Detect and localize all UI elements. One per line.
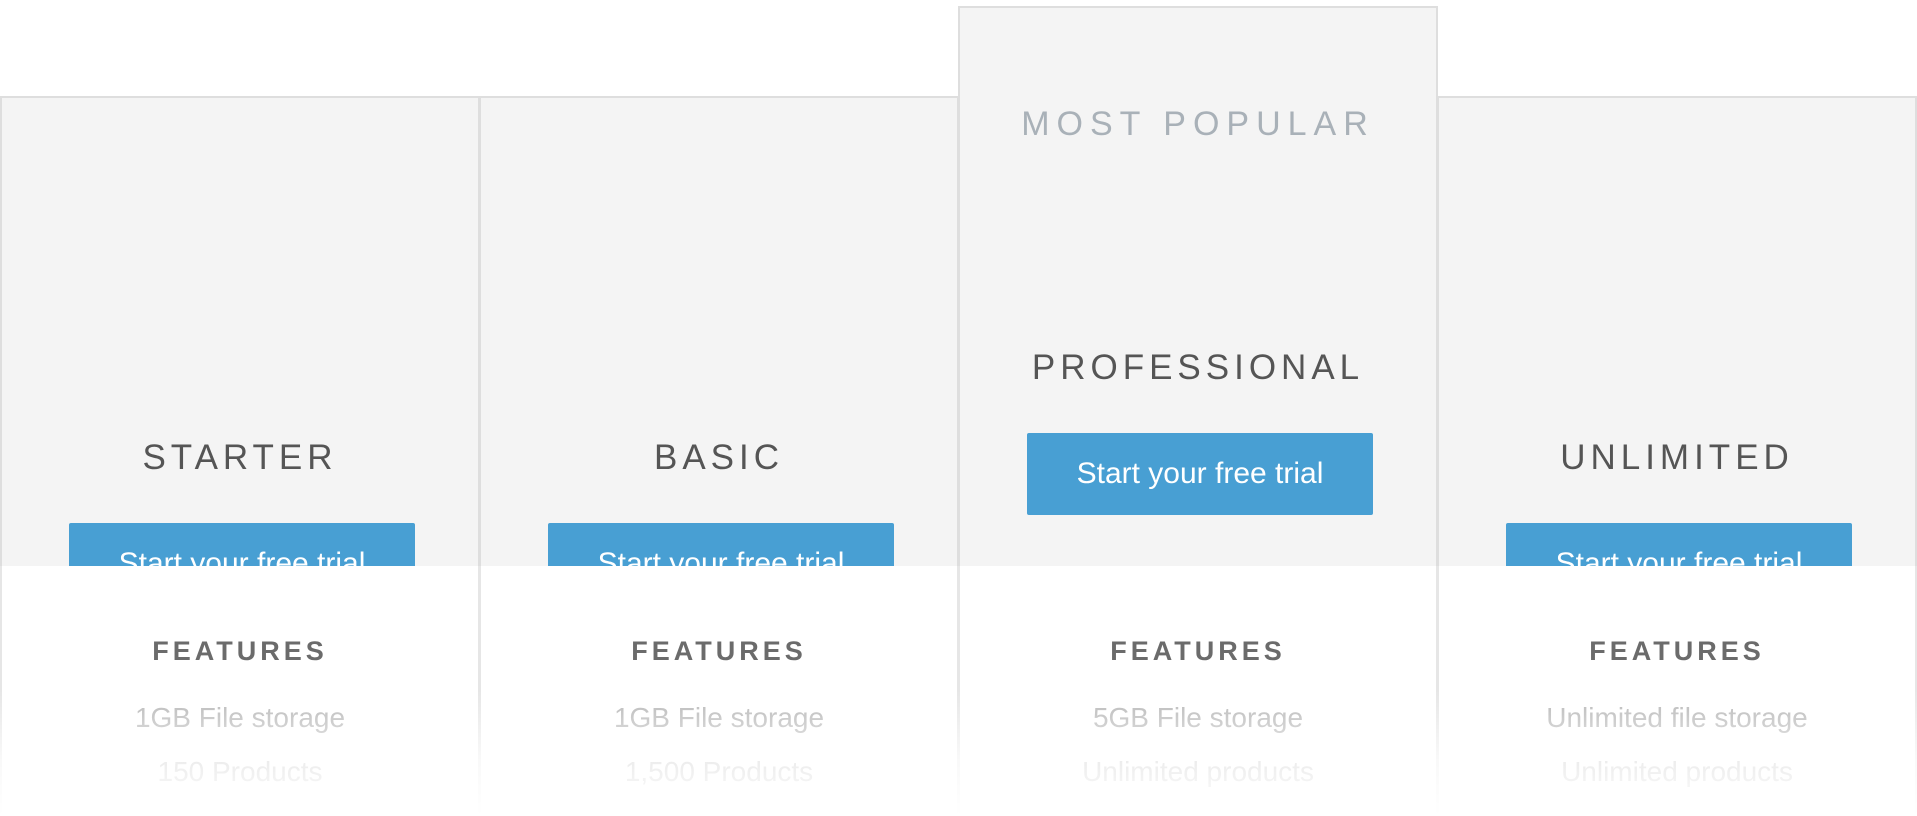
features-heading: FEATURES (1589, 636, 1765, 666)
feature-item: 1GB File storage (613, 702, 825, 733)
start-free-trial-button[interactable]: Start your free trial (1027, 433, 1373, 515)
features-heading: FEATURES (631, 636, 807, 666)
feature-item: Unlimited file storage (1546, 702, 1808, 733)
plan-header: MOST POPULAR PROFESSIONAL Start your fre… (958, 6, 1438, 568)
features-heading: FEATURES (1110, 636, 1286, 666)
feature-item: 150 Products (157, 756, 323, 787)
plan-features: FEATURES Unlimited file storage Unlimite… (1437, 566, 1917, 816)
most-popular-badge: MOST POPULAR (1021, 105, 1375, 143)
plan-features: FEATURES 1GB File storage 1,500 Products (479, 566, 959, 816)
plan-header: BASIC Start your free trial (479, 96, 959, 605)
feature-item: 1GB File storage (134, 702, 346, 733)
pricing-table: STARTER Start your free trial FEATURES 1… (0, 0, 1917, 816)
feature-item: Unlimited products (1082, 756, 1314, 787)
plan-features: FEATURES 1GB File storage 150 Products (0, 566, 480, 816)
plan-header: UNLIMITED Start your free trial (1437, 96, 1917, 605)
feature-item: 5GB File storage (1092, 702, 1304, 733)
plan-name: UNLIMITED (1560, 438, 1794, 477)
features-heading: FEATURES (152, 636, 328, 666)
plan-starter: STARTER Start your free trial FEATURES 1… (0, 0, 480, 816)
plan-name: STARTER (142, 438, 338, 477)
plan-features: FEATURES 5GB File storage Unlimited prod… (958, 566, 1438, 816)
feature-item: 1,500 Products (624, 756, 814, 787)
plan-name: PROFESSIONAL (1031, 348, 1365, 387)
plan-header: STARTER Start your free trial (0, 96, 480, 605)
plan-unlimited: UNLIMITED Start your free trial FEATURES… (1437, 0, 1917, 816)
feature-item: Unlimited products (1561, 756, 1793, 787)
plan-professional: MOST POPULAR PROFESSIONAL Start your fre… (958, 0, 1438, 816)
plan-name: BASIC (653, 438, 785, 477)
plan-basic: BASIC Start your free trial FEATURES 1GB… (479, 0, 959, 816)
